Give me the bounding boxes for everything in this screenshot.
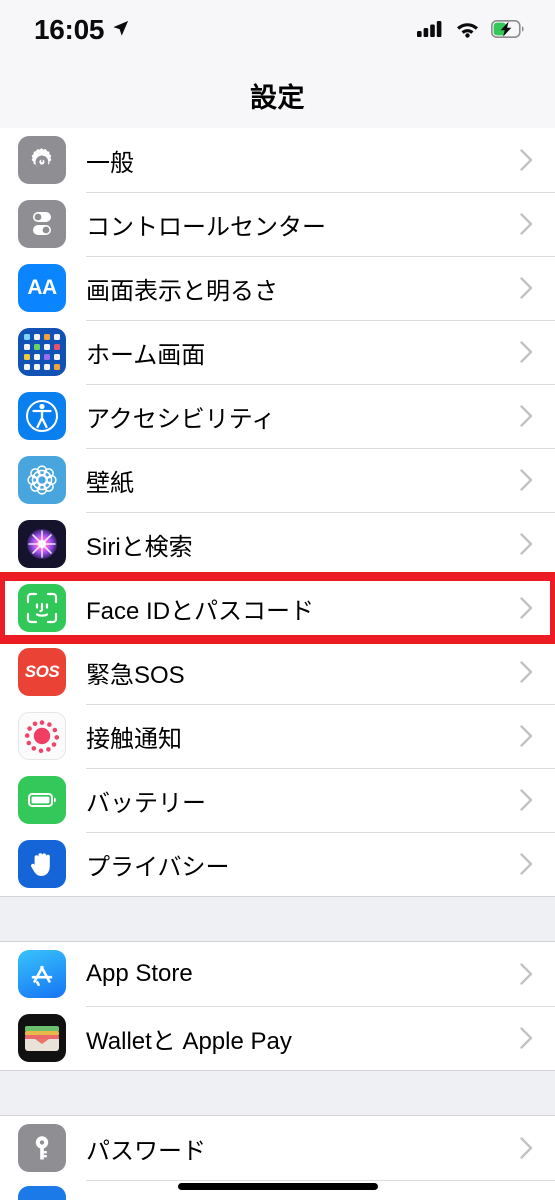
chevron-right-icon — [520, 597, 533, 619]
settings-row-label: 緊急SOS — [86, 661, 185, 689]
chevron-right-icon — [520, 277, 533, 299]
sos-glyph: SOS — [24, 662, 60, 681]
settings-row-label: ホーム画面 — [86, 341, 206, 369]
settings-row-control-center[interactable]: コントロールセンター — [0, 192, 555, 256]
wallet-icon — [18, 1014, 66, 1062]
settings-row-battery[interactable]: バッテリー — [0, 768, 555, 832]
settings-row-wallpaper[interactable]: 壁紙 — [0, 448, 555, 512]
status-bar-clock: 16:05 — [34, 14, 105, 45]
settings-row-home-screen[interactable]: ホーム画面 — [0, 320, 555, 384]
settings-row-siri-search[interactable]: Siriと検索 — [0, 512, 555, 576]
app-store-icon — [18, 950, 66, 998]
aa-glyph: AA — [27, 276, 57, 299]
chevron-right-icon — [520, 469, 533, 491]
chevron-right-icon — [520, 661, 533, 683]
settings-row-exposure-notifications[interactable]: 接触通知 — [0, 704, 555, 768]
settings-row-label: 一般 — [86, 149, 134, 177]
section-gap — [0, 896, 555, 942]
wallpaper-icon — [18, 456, 66, 504]
chevron-right-icon — [520, 963, 533, 985]
settings-row-label: 画面表示と明るさ — [86, 277, 278, 305]
settings-row-label: プライバシー — [86, 853, 230, 881]
status-bar-left: 16:05 — [34, 16, 130, 46]
settings-row-passwords[interactable]: パスワード — [0, 1116, 555, 1180]
accessibility-icon — [18, 392, 66, 440]
settings-row-label: App Store — [86, 960, 193, 987]
chevron-right-icon — [520, 533, 533, 555]
settings-row-label: アクセシビリティ — [86, 405, 276, 433]
display-brightness-icon: AA — [18, 264, 66, 312]
settings-row-label: Face IDとパスコード — [86, 597, 315, 625]
navigation-bar: 設定 — [0, 62, 555, 128]
chevron-right-icon — [520, 341, 533, 363]
chevron-right-icon — [520, 853, 533, 875]
settings-row-app-store[interactable]: App Store — [0, 942, 555, 1006]
exposure-notification-icon — [18, 712, 66, 760]
settings-row-display-brightness[interactable]: AA 画面表示と明るさ — [0, 256, 555, 320]
face-id-icon — [18, 584, 66, 632]
settings-row-label: Walletと Apple Pay — [86, 1027, 292, 1055]
settings-row-label: Siriと検索 — [86, 533, 193, 561]
section-gap — [0, 1070, 555, 1116]
settings-row-label: コントロールセンター — [86, 213, 326, 241]
chevron-right-icon — [520, 213, 533, 235]
page-title: 設定 — [250, 82, 305, 113]
privacy-hand-icon — [18, 840, 66, 888]
status-bar: 16:05 — [0, 0, 555, 62]
settings-row-face-id-passcode[interactable]: Face IDとパスコード — [0, 576, 555, 640]
home-screen-icon — [18, 328, 66, 376]
settings-row-label: 接触通知 — [86, 725, 182, 753]
siri-icon — [18, 520, 66, 568]
control-center-icon — [18, 200, 66, 248]
settings-list: 一般 コントロールセンター AA 画面表示と明るさ ホーム画面 アクセシビリティ… — [0, 128, 555, 1200]
status-bar-right — [417, 19, 525, 43]
settings-row-emergency-sos[interactable]: SOS 緊急SOS — [0, 640, 555, 704]
settings-row-general[interactable]: 一般 — [0, 128, 555, 192]
home-indicator[interactable] — [177, 1183, 378, 1190]
settings-section-system: 一般 コントロールセンター AA 画面表示と明るさ ホーム画面 アクセシビリティ… — [0, 128, 555, 896]
battery-icon — [18, 776, 66, 824]
settings-row-label: 壁紙 — [86, 469, 134, 497]
home-grid-dots — [24, 334, 60, 370]
settings-row-privacy[interactable]: プライバシー — [0, 832, 555, 896]
settings-row-label: バッテリー — [86, 789, 206, 817]
settings-section-store: App Store App Store Walletと Apple Pay — [0, 942, 555, 1070]
gear-icon — [18, 136, 66, 184]
settings-row-wallet-apple-pay[interactable]: App Store Walletと Apple Pay — [0, 1006, 555, 1070]
battery-charging-icon — [491, 19, 525, 43]
partial-blue-app-icon — [18, 1186, 66, 1200]
chevron-right-icon — [520, 405, 533, 427]
sos-icon: SOS — [18, 648, 66, 696]
location-arrow-icon — [111, 19, 130, 43]
iphone-settings-screen: 16:05 設定 一般 コントロールセンター AA 画面表示と明るさ ホーム画面… — [0, 0, 555, 1200]
cellular-signal-icon — [417, 19, 444, 43]
settings-row-label: パスワード — [86, 1137, 206, 1165]
chevron-right-icon — [520, 149, 533, 171]
settings-row-accessibility[interactable]: アクセシビリティ — [0, 384, 555, 448]
chevron-right-icon — [520, 1137, 533, 1159]
chevron-right-icon — [520, 1027, 533, 1049]
chevron-right-icon — [520, 789, 533, 811]
chevron-right-icon — [520, 725, 533, 747]
wifi-icon — [455, 19, 480, 43]
key-icon — [18, 1124, 66, 1172]
